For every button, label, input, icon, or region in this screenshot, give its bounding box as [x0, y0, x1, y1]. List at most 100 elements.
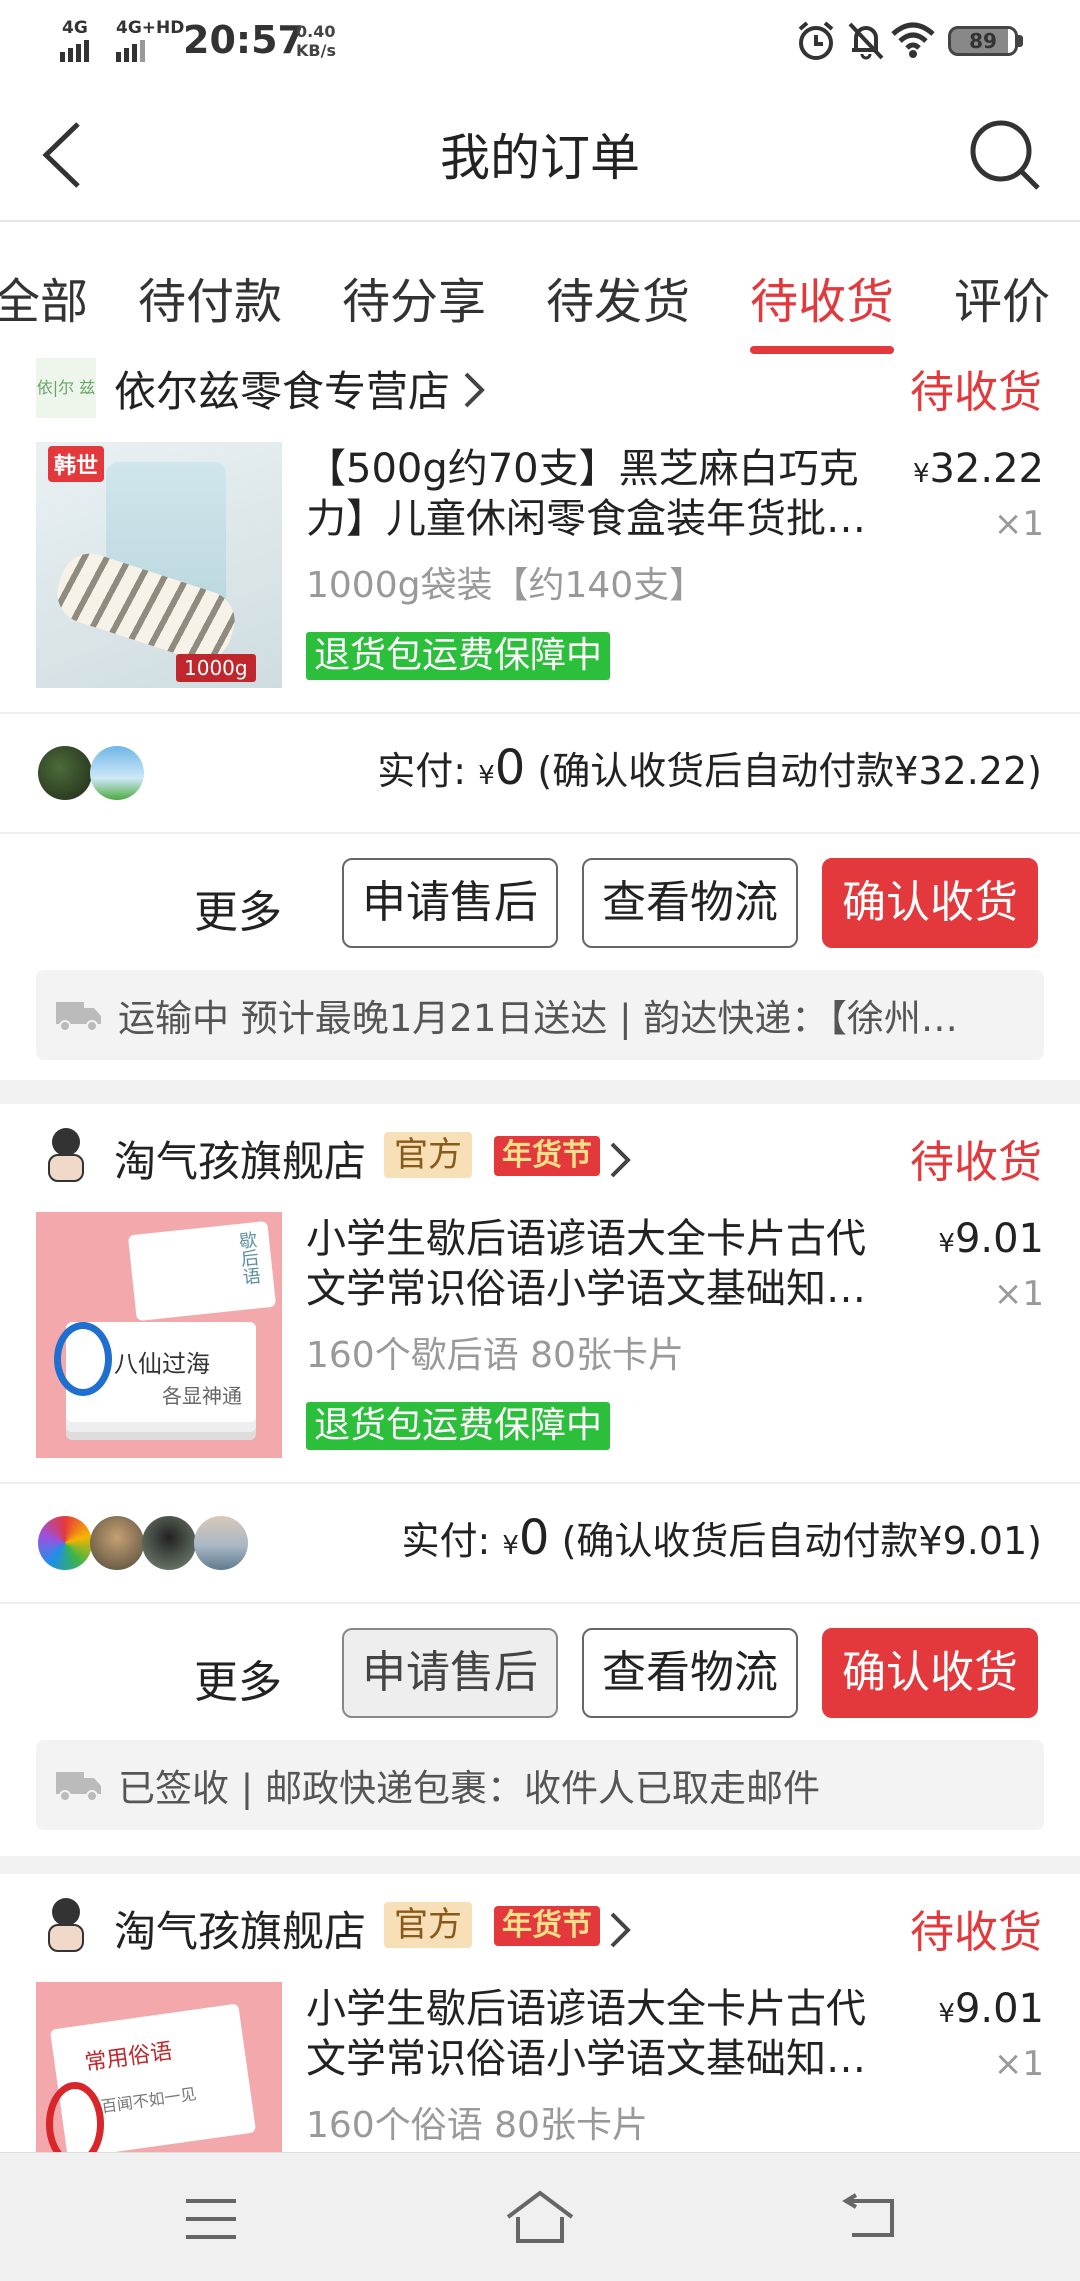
avatar [38, 746, 92, 800]
product-image[interactable]: 歇后语 八仙过海 各显神通 [36, 1212, 282, 1458]
battery-level: 89 [969, 29, 997, 53]
product-variant: 1000g袋装【约140支】 [306, 565, 706, 606]
menu-icon[interactable] [184, 2197, 238, 2241]
product-card-phrase-2: 各显神通 [162, 1384, 242, 1408]
product-quantity: ×1 [993, 2044, 1044, 2084]
product-quantity: ×1 [993, 1274, 1044, 1314]
network-speed-value: 0.40 [296, 22, 336, 41]
tab-pending-receipt[interactable]: 待收货 [750, 262, 894, 332]
logistics-text: 运输中 预计最晚1月21日送达 | 韵达快递：【徐州… [118, 997, 958, 1040]
logistics-info[interactable]: 已签收 | 邮政快递包裹：收件人已取走邮件 [36, 1740, 1044, 1830]
apply-aftersale-button[interactable]: 申请售后 [342, 858, 558, 948]
new-year-festival-tag: 年货节 [494, 1906, 600, 1946]
product-title[interactable]: 小学生歇后语谚语大全卡片古代文学常识俗语小学语文基础知… [306, 1214, 886, 1314]
page-title: 我的订单 [440, 129, 640, 187]
paid-summary: 实付: ¥0 (确认收货后自动付款¥9.01) [401, 1510, 1042, 1566]
apply-aftersale-button[interactable]: 申请售后 [342, 1628, 558, 1718]
paid-symbol: ¥ [502, 1531, 519, 1561]
tab-pending-payment[interactable]: 待付款 [138, 262, 282, 332]
order-card: 依|尔 兹 依尔兹零食专营店 待收货 韩世 1000g 【500g约70支】黑芝… [0, 354, 1080, 1080]
avatar [194, 1516, 248, 1570]
order-card: 淘气孩旗舰店 官方 年货节 待收货 歇后语 八仙过海 各显神通 小学生歇后语谚语… [0, 1104, 1080, 1856]
product-price: ¥9.01 [884, 1986, 1044, 2032]
store-name[interactable]: 淘气孩旗舰店 [114, 1128, 366, 1189]
chevron-right-icon[interactable] [608, 1140, 632, 1180]
more-button[interactable]: 更多 [194, 876, 282, 940]
product-title[interactable]: 小学生歇后语谚语大全卡片古代文学常识俗语小学语文基础知… [306, 1984, 886, 2084]
divider [0, 1602, 1080, 1604]
view-logistics-button[interactable]: 查看物流 [582, 1628, 798, 1718]
paid-amount: 0 [518, 1510, 550, 1566]
network-speed: 0.40 KB/s [296, 22, 346, 60]
network-speed-unit: KB/s [296, 41, 336, 60]
official-tag: 官方 [384, 1902, 472, 1948]
status-time: 20:57 [183, 18, 304, 62]
product-card-phrase-1: 八仙过海 [114, 1350, 210, 1378]
product-variant: 160个歇后语 80张卡片 [306, 1335, 684, 1376]
product-card-label: 常用俗语 [83, 2039, 174, 2077]
store-logo: 依|尔 兹 [36, 358, 96, 418]
store-logo [36, 1124, 96, 1184]
view-logistics-button[interactable]: 查看物流 [582, 858, 798, 948]
mute-bell-icon [848, 22, 884, 60]
tab-pending-share[interactable]: 待分享 [342, 262, 486, 332]
logistics-info[interactable]: 运输中 预计最晚1月21日送达 | 韵达快递：【徐州… [36, 970, 1044, 1060]
product-weight-tag: 1000g [176, 654, 256, 682]
chevron-right-icon[interactable] [462, 370, 486, 410]
truck-icon [56, 1002, 101, 1032]
confirm-receipt-button[interactable]: 确认收货 [822, 858, 1038, 948]
paid-note: (确认收货后自动付款¥9.01) [561, 1519, 1042, 1563]
product-price: ¥32.22 [884, 446, 1044, 492]
wifi-icon [891, 22, 935, 58]
header: 我的订单 [0, 84, 1080, 222]
battery-icon: 89 [948, 26, 1018, 56]
new-year-festival-tag: 年货节 [494, 1136, 600, 1176]
price-value: 9.01 [954, 1216, 1044, 1262]
status-bar: 4G 4G+HD 20:57 0.40 KB/s 89 [0, 0, 1080, 84]
logistics-text: 已签收 | 邮政快递包裹：收件人已取走邮件 [118, 1767, 820, 1810]
official-tag: 官方 [384, 1132, 472, 1178]
price-symbol: ¥ [938, 1229, 955, 1259]
product-title[interactable]: 【500g约70支】黑芝麻白巧克力】儿童休闲零食盒装年货批… [306, 444, 886, 544]
divider [0, 832, 1080, 834]
product-price: ¥9.01 [884, 1216, 1044, 1262]
price-value: 32.22 [929, 446, 1044, 492]
order-card: 淘气孩旗舰店 官方 年货节 待收货 常用俗语 百闻不如一见 小学生歇后语谚语大全… [0, 1874, 1080, 2152]
price-symbol: ¥ [912, 459, 930, 489]
more-button[interactable]: 更多 [194, 1646, 282, 1710]
order-status: 待收货 [910, 367, 1042, 418]
avatar [38, 1516, 92, 1570]
product-image[interactable]: 韩世 1000g [36, 442, 282, 688]
price-value: 9.01 [954, 1986, 1044, 2032]
tab-pending-shipment[interactable]: 待发货 [546, 262, 690, 332]
tab-active-indicator [750, 346, 894, 354]
chevron-right-icon[interactable] [608, 1910, 632, 1950]
home-icon[interactable] [504, 2189, 576, 2245]
avatar [142, 1516, 196, 1570]
store-logo-body [48, 1924, 84, 1952]
paid-label: 实付: [401, 1519, 491, 1563]
product-brand-badge: 韩世 [48, 446, 105, 482]
search-icon[interactable] [968, 118, 1042, 192]
tab-all[interactable]: 全部 [0, 262, 88, 332]
product-card-label: 歇后语 [235, 1230, 262, 1287]
confirm-receipt-button[interactable]: 确认收货 [822, 1628, 1038, 1718]
back-icon[interactable] [842, 2193, 896, 2241]
store-name[interactable]: 淘气孩旗舰店 [114, 1898, 366, 1959]
signal-2-label: 4G+HD [116, 18, 185, 38]
return-shipping-guarantee-badge: 退货包运费保障中 [306, 632, 611, 680]
product-image[interactable]: 常用俗语 百闻不如一见 [36, 1982, 282, 2152]
signal-2-icon [116, 40, 148, 62]
product-quantity: ×1 [993, 504, 1044, 544]
order-status: 待收货 [910, 1137, 1042, 1188]
store-logo-head [52, 1898, 80, 1926]
product-variant: 160个俗语 80张卡片 [306, 2105, 648, 2146]
signal-1-label: 4G [62, 18, 88, 38]
tab-review[interactable]: 评价 [954, 262, 1050, 332]
return-shipping-guarantee-badge: 退货包运费保障中 [306, 1402, 611, 1450]
store-logo-body [48, 1154, 84, 1182]
paid-label: 实付: [377, 749, 467, 793]
store-name[interactable]: 依尔兹零食专营店 [114, 358, 450, 419]
avatar [90, 1516, 144, 1570]
order-tabs: 全部 待付款 待分享 待发货 待收货 评价 [0, 222, 1080, 354]
